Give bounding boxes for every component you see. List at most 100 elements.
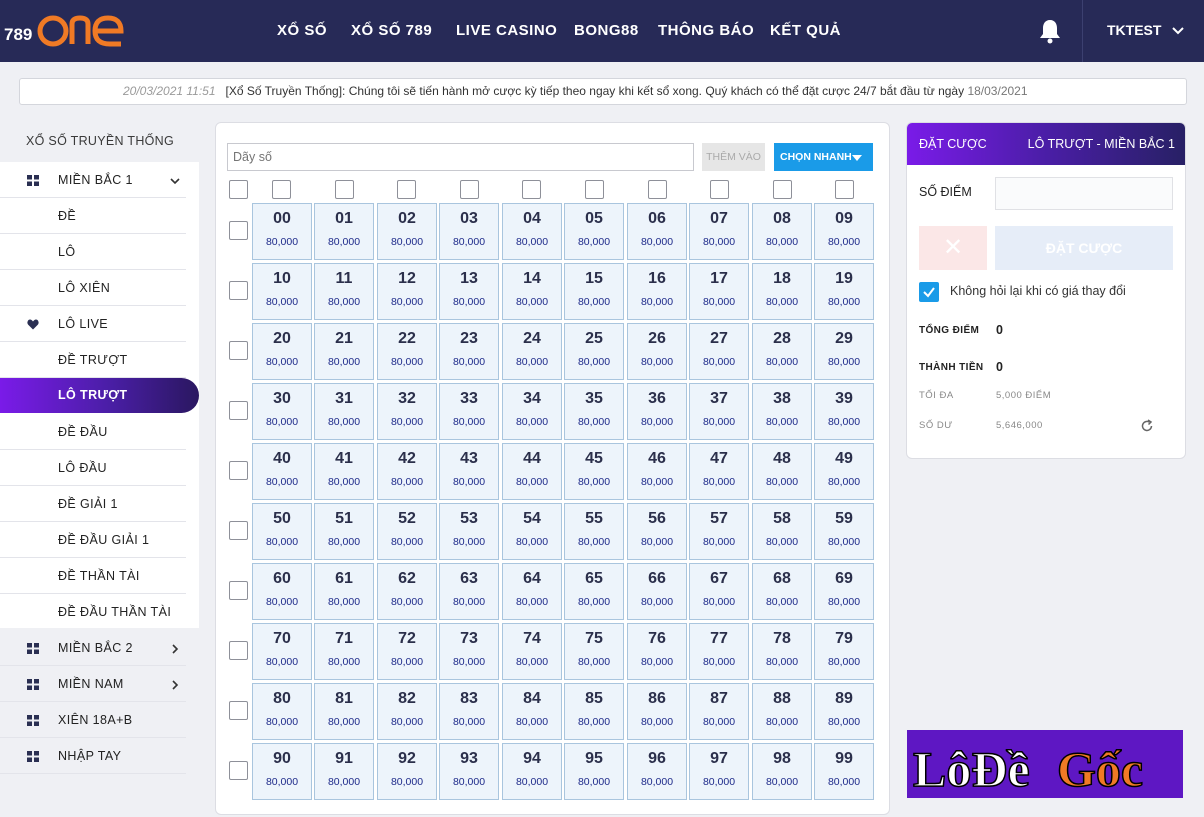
number-cell[interactable]: 17 80,000 — [689, 263, 749, 320]
number-cell[interactable]: 04 80,000 — [502, 203, 562, 260]
number-cell[interactable]: 53 80,000 — [439, 503, 499, 560]
number-cell[interactable]: 31 80,000 — [314, 383, 374, 440]
number-cell[interactable]: 20 80,000 — [252, 323, 312, 380]
row-checkbox[interactable] — [229, 641, 248, 660]
quick-pick-button[interactable]: CHỌN NHANH — [774, 143, 873, 171]
number-cell[interactable]: 62 80,000 — [377, 563, 437, 620]
sidebar-item-lo-truot[interactable]: LÔ TRƯỢT — [0, 378, 199, 413]
number-cell[interactable]: 19 80,000 — [814, 263, 874, 320]
column-checkbox[interactable] — [835, 180, 854, 199]
number-cell[interactable]: 92 80,000 — [377, 743, 437, 800]
no-ask-checkbox[interactable] — [919, 282, 939, 302]
sidebar-item-lo-xien[interactable]: LÔ XIÊN — [0, 270, 186, 306]
clear-button[interactable]: ✕ — [919, 226, 987, 270]
number-cell[interactable]: 18 80,000 — [752, 263, 812, 320]
number-cell[interactable]: 74 80,000 — [502, 623, 562, 680]
site-logo[interactable]: 789 — [2, 6, 128, 54]
column-checkbox[interactable] — [522, 180, 541, 199]
number-cell[interactable]: 14 80,000 — [502, 263, 562, 320]
number-cell[interactable]: 03 80,000 — [439, 203, 499, 260]
number-cell[interactable]: 66 80,000 — [627, 563, 687, 620]
sidebar-item-mien-bac-2[interactable]: MIỀN BẮC 2 — [0, 630, 186, 666]
number-cell[interactable]: 07 80,000 — [689, 203, 749, 260]
number-cell[interactable]: 93 80,000 — [439, 743, 499, 800]
number-cell[interactable]: 09 80,000 — [814, 203, 874, 260]
sidebar-item-lo-dau[interactable]: LÔ ĐẦU — [0, 450, 186, 486]
number-cell[interactable]: 98 80,000 — [752, 743, 812, 800]
number-cell[interactable]: 44 80,000 — [502, 443, 562, 500]
number-cell[interactable]: 43 80,000 — [439, 443, 499, 500]
number-cell[interactable]: 84 80,000 — [502, 683, 562, 740]
nav-xo-so-789[interactable]: XỔ SỐ 789 — [351, 0, 432, 62]
number-cell[interactable]: 97 80,000 — [689, 743, 749, 800]
column-checkbox[interactable] — [335, 180, 354, 199]
number-cell[interactable]: 69 80,000 — [814, 563, 874, 620]
number-cell[interactable]: 06 80,000 — [627, 203, 687, 260]
sidebar-item-nhap-tay[interactable]: NHẬP TAY — [0, 738, 186, 774]
number-cell[interactable]: 77 80,000 — [689, 623, 749, 680]
number-cell[interactable]: 49 80,000 — [814, 443, 874, 500]
number-cell[interactable]: 45 80,000 — [564, 443, 624, 500]
number-cell[interactable]: 81 80,000 — [314, 683, 374, 740]
number-cell[interactable]: 85 80,000 — [564, 683, 624, 740]
number-cell[interactable]: 27 80,000 — [689, 323, 749, 380]
number-cell[interactable]: 80 80,000 — [252, 683, 312, 740]
number-cell[interactable]: 60 80,000 — [252, 563, 312, 620]
number-cell[interactable]: 41 80,000 — [314, 443, 374, 500]
column-checkbox[interactable] — [272, 180, 291, 199]
number-cell[interactable]: 63 80,000 — [439, 563, 499, 620]
number-cell[interactable]: 50 80,000 — [252, 503, 312, 560]
number-cell[interactable]: 70 80,000 — [252, 623, 312, 680]
sidebar-item-xien-18ab[interactable]: XIÊN 18A+B — [0, 702, 186, 738]
add-button[interactable]: THÊM VÀO — [702, 143, 765, 171]
number-cell[interactable]: 96 80,000 — [627, 743, 687, 800]
nav-live-casino[interactable]: LIVE CASINO — [456, 0, 557, 62]
sidebar-item-de-truot[interactable]: ĐỀ TRƯỢT — [0, 342, 186, 378]
number-cell[interactable]: 68 80,000 — [752, 563, 812, 620]
number-cell[interactable]: 15 80,000 — [564, 263, 624, 320]
number-cell[interactable]: 87 80,000 — [689, 683, 749, 740]
refresh-icon[interactable] — [1140, 419, 1154, 433]
number-cell[interactable]: 75 80,000 — [564, 623, 624, 680]
number-cell[interactable]: 61 80,000 — [314, 563, 374, 620]
number-cell[interactable]: 28 80,000 — [752, 323, 812, 380]
number-cell[interactable]: 64 80,000 — [502, 563, 562, 620]
place-bet-button[interactable]: ĐẶT CƯỢC — [995, 226, 1173, 270]
number-cell[interactable]: 35 80,000 — [564, 383, 624, 440]
number-cell[interactable]: 38 80,000 — [752, 383, 812, 440]
row-checkbox[interactable] — [229, 521, 248, 540]
sidebar-item-de-than-tai[interactable]: ĐỀ THẦN TÀI — [0, 558, 186, 594]
nav-thong-bao[interactable]: THÔNG BÁO — [658, 0, 754, 62]
number-cell[interactable]: 26 80,000 — [627, 323, 687, 380]
number-cell[interactable]: 55 80,000 — [564, 503, 624, 560]
sidebar-item-de[interactable]: ĐỀ — [0, 198, 186, 234]
number-cell[interactable]: 99 80,000 — [814, 743, 874, 800]
number-cell[interactable]: 33 80,000 — [439, 383, 499, 440]
number-cell[interactable]: 36 80,000 — [627, 383, 687, 440]
number-cell[interactable]: 46 80,000 — [627, 443, 687, 500]
number-cell[interactable]: 56 80,000 — [627, 503, 687, 560]
number-cell[interactable]: 47 80,000 — [689, 443, 749, 500]
number-cell[interactable]: 24 80,000 — [502, 323, 562, 380]
number-cell[interactable]: 30 80,000 — [252, 383, 312, 440]
row-checkbox[interactable] — [229, 701, 248, 720]
number-cell[interactable]: 21 80,000 — [314, 323, 374, 380]
number-cell[interactable]: 32 80,000 — [377, 383, 437, 440]
number-cell[interactable]: 05 80,000 — [564, 203, 624, 260]
number-cell[interactable]: 54 80,000 — [502, 503, 562, 560]
number-cell[interactable]: 11 80,000 — [314, 263, 374, 320]
number-cell[interactable]: 94 80,000 — [502, 743, 562, 800]
number-cell[interactable]: 78 80,000 — [752, 623, 812, 680]
number-cell[interactable]: 40 80,000 — [252, 443, 312, 500]
column-checkbox[interactable] — [710, 180, 729, 199]
sidebar-item-mien-bac-1[interactable]: MIỀN BẮC 1 — [0, 162, 186, 198]
number-cell[interactable]: 00 80,000 — [252, 203, 312, 260]
sidebar-item-lo[interactable]: LÔ — [0, 234, 186, 270]
bell-icon[interactable] — [1038, 18, 1062, 44]
username[interactable]: TKTEST — [1107, 22, 1161, 38]
number-cell[interactable]: 51 80,000 — [314, 503, 374, 560]
column-checkbox[interactable] — [585, 180, 604, 199]
number-cell[interactable]: 59 80,000 — [814, 503, 874, 560]
number-cell[interactable]: 79 80,000 — [814, 623, 874, 680]
number-cell[interactable]: 57 80,000 — [689, 503, 749, 560]
